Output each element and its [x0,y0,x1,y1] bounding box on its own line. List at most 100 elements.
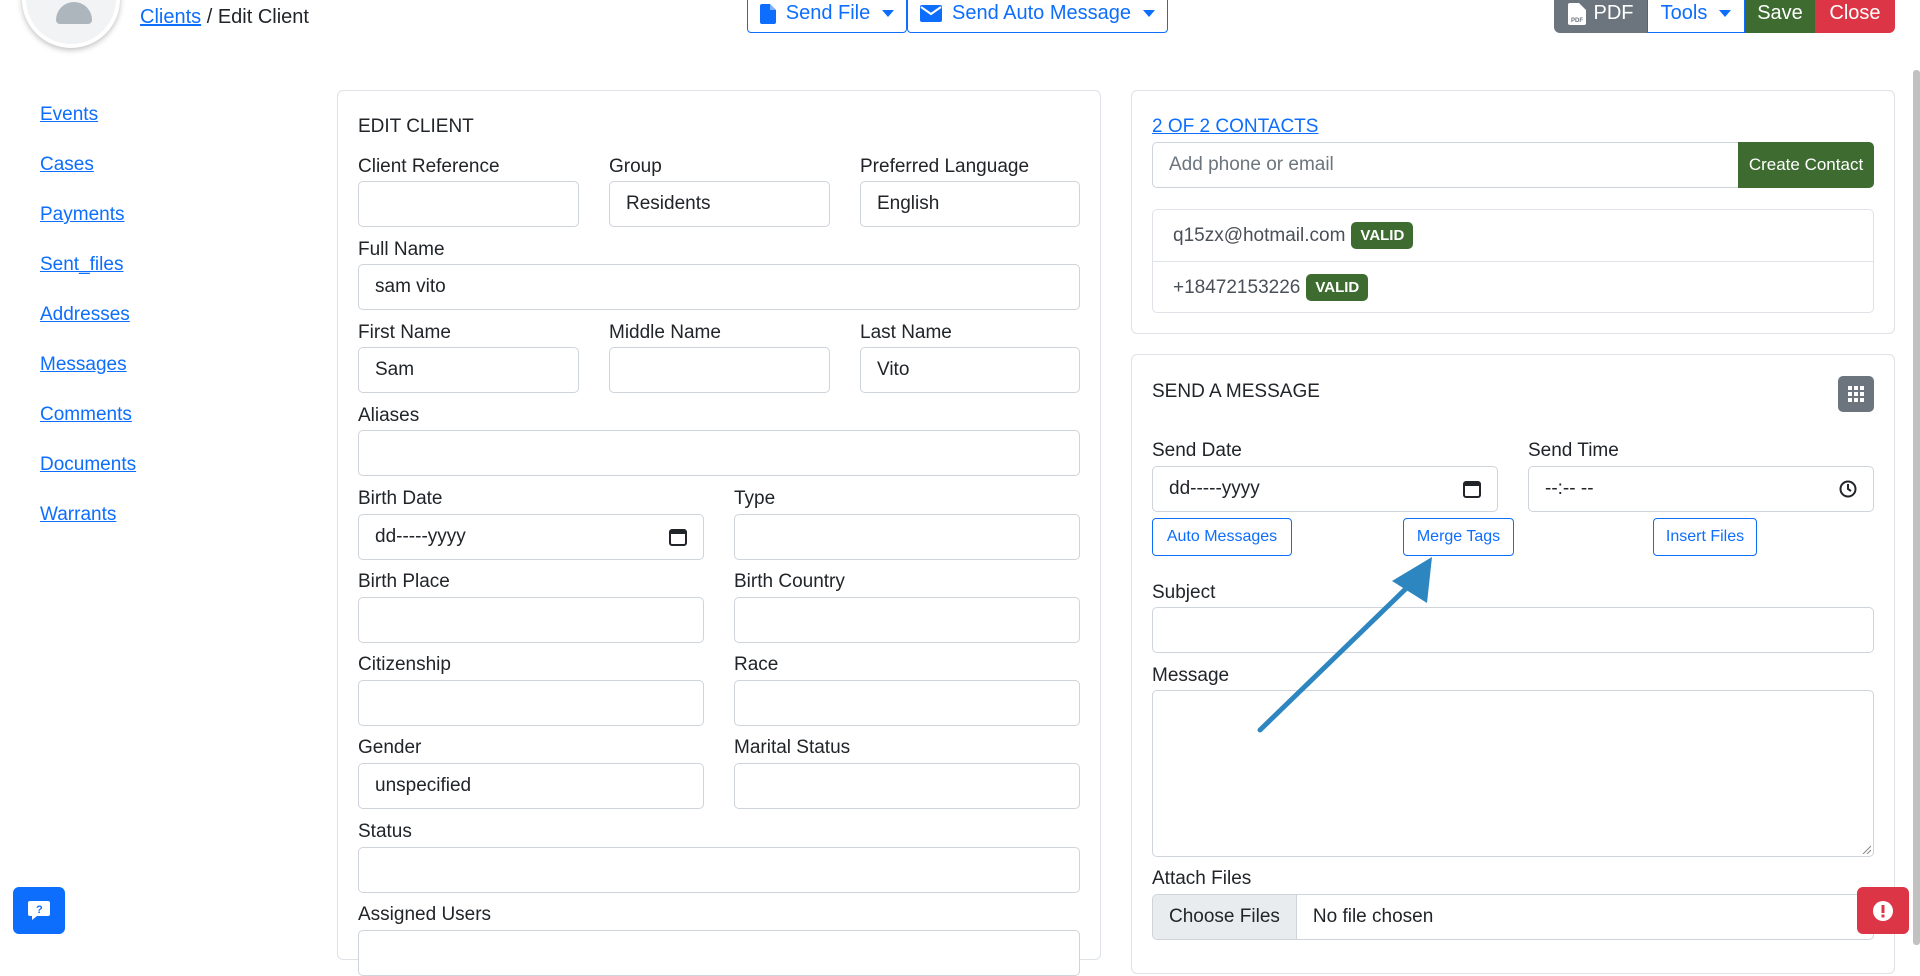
contacts-count-link[interactable]: 2 OF 2 CONTACTS [1152,116,1318,138]
send-date-value: dd-----yyyy [1169,478,1260,499]
list-item[interactable]: q15zx@hotmail.com VALID [1173,222,1414,249]
assigned-users-input[interactable] [358,930,1080,976]
send-time-input[interactable]: --:-- -- [1528,466,1874,512]
status-label: Status [358,821,412,842]
citizenship-input[interactable] [358,680,704,726]
insert-files-button[interactable]: Insert Files [1653,518,1757,556]
list-item[interactable]: +18472153226 VALID [1173,274,1369,301]
full-name-label: Full Name [358,239,445,260]
sidebar-item-warrants[interactable]: Warrants [40,504,116,526]
tools-dropdown[interactable]: Tools [1647,0,1745,33]
avatar [22,0,120,48]
birth-date-value: dd-----yyyy [375,526,466,547]
calendar-icon[interactable] [1463,480,1481,498]
preferred-language-select[interactable]: English [860,181,1080,227]
status-badge: VALID [1306,274,1369,301]
scrollbar[interactable] [1913,70,1920,945]
client-reference-input[interactable] [358,181,579,227]
group-select[interactable]: Residents [609,181,830,227]
middle-name-label: Middle Name [609,322,721,343]
last-name-input[interactable]: Vito [860,347,1080,393]
send-auto-message-button[interactable]: Send Auto Message [907,0,1168,33]
type-label: Type [734,488,776,509]
clock-icon[interactable] [1839,480,1857,498]
edit-client-title: EDIT CLIENT [358,116,474,137]
status-input[interactable] [358,847,1080,893]
birth-country-input[interactable] [734,597,1080,643]
pdf-button[interactable]: PDF PDF [1554,0,1647,33]
birth-place-label: Birth Place [358,571,450,592]
send-file-label: Send File [785,2,871,24]
assigned-users-label: Assigned Users [358,904,492,925]
contact-email: q15zx@hotmail.com [1173,224,1346,246]
create-contact-button[interactable]: Create Contact [1738,142,1874,188]
grid-button[interactable] [1838,376,1874,412]
breadcrumb: Clients / Edit Client [140,6,309,29]
status-badge: VALID [1351,222,1414,249]
exclamation-circle-icon [1873,900,1893,921]
breadcrumb-current: Edit Client [217,6,309,28]
annotation-arrow-icon [1257,557,1432,733]
close-button[interactable]: Close [1815,0,1895,33]
last-name-label: Last Name [860,322,952,343]
file-status-text: No file chosen [1312,906,1434,927]
error-report-button[interactable] [1857,887,1909,934]
sidebar-item-comments[interactable]: Comments [40,404,132,426]
birth-date-input[interactable]: dd-----yyyy [358,514,704,560]
choose-files-button[interactable]: Choose Files [1153,895,1297,939]
send-message-title: SEND A MESSAGE [1152,381,1320,402]
contact-divider [1153,261,1873,262]
sidebar-item-messages[interactable]: Messages [40,354,127,376]
subject-label: Subject [1152,582,1216,603]
marital-status-label: Marital Status [734,737,851,758]
first-name-input[interactable]: Sam [358,347,579,393]
group-label: Group [609,156,662,177]
breadcrumb-clients-link[interactable]: Clients [140,6,201,28]
preferred-language-label: Preferred Language [860,156,1030,177]
grid-icon [1848,386,1864,402]
tools-label: Tools [1660,2,1708,24]
save-label: Save [1757,2,1803,24]
race-label: Race [734,654,779,675]
birth-date-label: Birth Date [358,488,443,509]
birth-place-input[interactable] [358,597,704,643]
chevron-down-icon [882,10,895,17]
sidebar-item-cases[interactable]: Cases [40,154,94,176]
sidebar-item-payments[interactable]: Payments [40,204,124,226]
add-contact-input[interactable]: Add phone or email [1152,142,1739,188]
resize-handle-icon[interactable] [1861,844,1871,854]
birth-country-label: Birth Country [734,571,845,592]
aliases-input[interactable] [358,430,1080,476]
middle-name-input[interactable] [609,347,830,393]
race-input[interactable] [734,680,1080,726]
send-file-button[interactable]: Send File [747,0,907,33]
chevron-down-icon [1719,10,1732,17]
sidebar-item-events[interactable]: Events [40,104,98,126]
type-input[interactable] [734,514,1080,560]
full-name-input[interactable]: sam vito [358,264,1080,310]
send-time-value: --:-- -- [1545,478,1594,499]
marital-status-input[interactable] [734,763,1080,809]
send-date-input[interactable]: dd-----yyyy [1152,466,1498,512]
save-button[interactable]: Save [1745,0,1815,33]
sidebar-item-sent-files[interactable]: Sent_files [40,254,123,276]
envelope-icon [919,5,942,22]
send-date-label: Send Date [1152,440,1242,461]
file-input[interactable]: Choose Files No file chosen [1152,894,1874,940]
svg-text:?: ? [36,904,43,916]
first-name-label: First Name [358,322,451,343]
pdf-label: PDF [1593,2,1634,24]
citizenship-label: Citizenship [358,654,451,675]
aliases-label: Aliases [358,405,420,426]
pdf-file-icon: PDF [1567,2,1586,25]
breadcrumb-separator: / [201,6,218,28]
send-auto-message-label: Send Auto Message [951,2,1131,24]
gender-select[interactable]: unspecified [358,763,704,809]
message-label: Message [1152,665,1230,686]
feedback-button[interactable]: ? [13,887,65,934]
sidebar-item-addresses[interactable]: Addresses [40,304,130,326]
send-time-label: Send Time [1528,440,1619,461]
calendar-icon[interactable] [669,528,687,546]
sidebar-item-documents[interactable]: Documents [40,454,136,476]
svg-text:PDF: PDF [1571,18,1583,24]
